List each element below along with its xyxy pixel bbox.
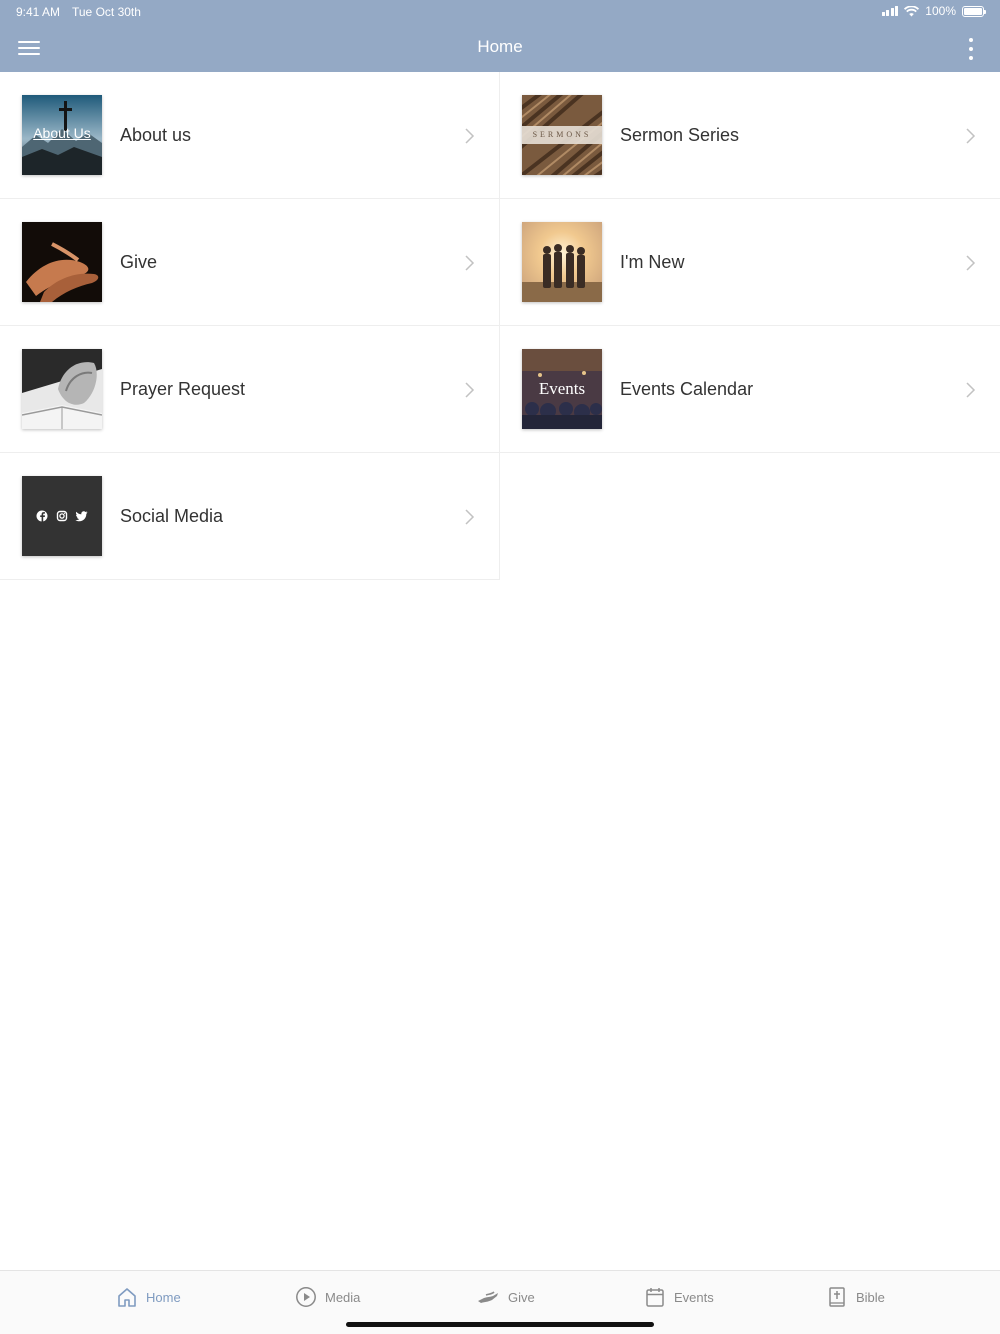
battery-percent: 100% (925, 4, 956, 18)
tab-events[interactable]: Events (644, 1284, 714, 1310)
chevron-right-icon (966, 255, 976, 271)
tab-label: Home (146, 1289, 181, 1305)
tab-bible[interactable]: Bible (826, 1284, 885, 1310)
tile-label: Prayer Request (120, 379, 246, 399)
sermon-series-thumbnail: SERMONS (522, 95, 602, 175)
prayer-request-thumbnail (22, 349, 102, 429)
tile-label: Social Media (120, 506, 224, 526)
tile-label: About us (120, 125, 192, 145)
page-title: Home (477, 37, 523, 56)
tab-label: Events (674, 1289, 714, 1305)
calendar-icon (646, 1288, 664, 1307)
social-media-thumbnail (22, 476, 102, 556)
tile-label: Sermon Series (620, 125, 740, 145)
vertical-ellipsis-icon[interactable] (964, 38, 978, 60)
status-indicators: 100% (881, 4, 986, 18)
about-us-thumb-text: About Us (33, 125, 91, 141)
give-hand-icon (478, 1291, 498, 1303)
chevron-right-icon (465, 382, 475, 398)
tile-give[interactable]: Give (0, 199, 500, 326)
about-us-thumbnail: About Us (22, 95, 102, 175)
tab-home[interactable]: Home (116, 1284, 181, 1310)
tile-social-media[interactable]: Social Media (0, 453, 500, 580)
app-header: 9:41 AM Tue Oct 30th 100% Home (0, 0, 1000, 72)
chevron-right-icon (966, 382, 976, 398)
tile-events-calendar[interactable]: Events Events Calendar (500, 326, 1000, 453)
tile-about-us[interactable]: About Us About us (0, 72, 500, 199)
tab-label: Media (325, 1289, 361, 1305)
play-circle-icon (296, 1287, 316, 1307)
chevron-right-icon (465, 255, 475, 271)
sermons-thumb-text: SERMONS (532, 130, 592, 139)
facebook-icon (36, 510, 48, 522)
home-icon (118, 1288, 136, 1307)
friends-sunset-image (522, 222, 602, 302)
tab-label: Give (508, 1289, 535, 1305)
tile-label: I'm New (620, 252, 685, 272)
cellular-signal-icon (881, 6, 899, 16)
praying-hands-image (22, 349, 102, 429)
tile-im-new[interactable]: I'm New (500, 199, 1000, 326)
tab-media[interactable]: Media (295, 1284, 360, 1310)
chevron-right-icon (465, 128, 475, 144)
events-thumbnail: Events (522, 349, 602, 429)
status-date: Tue Oct 30th (72, 5, 141, 19)
im-new-thumbnail (522, 222, 602, 302)
tile-sermon-series[interactable]: SERMONS Sermon Series (500, 72, 1000, 199)
wifi-icon (904, 5, 920, 16)
tile-prayer-request[interactable]: Prayer Request (0, 326, 500, 453)
tile-label: Give (120, 252, 158, 272)
status-time: 9:41 AM (16, 5, 61, 19)
twitter-icon (75, 511, 88, 522)
tile-label: Events Calendar (620, 379, 754, 399)
battery-fill (964, 7, 982, 15)
nav-bar: Home (0, 24, 1000, 72)
social-icons-group (36, 510, 88, 522)
bible-icon (829, 1287, 845, 1307)
events-thumb-text: Events (538, 379, 586, 398)
chevron-right-icon (465, 509, 475, 525)
home-indicator (346, 1322, 654, 1327)
instagram-icon (56, 510, 68, 522)
open-hands-image (22, 222, 102, 302)
tab-label: Bible (856, 1289, 885, 1305)
tab-give[interactable]: Give (476, 1284, 535, 1310)
give-thumbnail (22, 222, 102, 302)
battery-icon (962, 5, 986, 17)
chevron-right-icon (966, 128, 976, 144)
status-bar: 9:41 AM Tue Oct 30th 100% (0, 0, 1000, 24)
